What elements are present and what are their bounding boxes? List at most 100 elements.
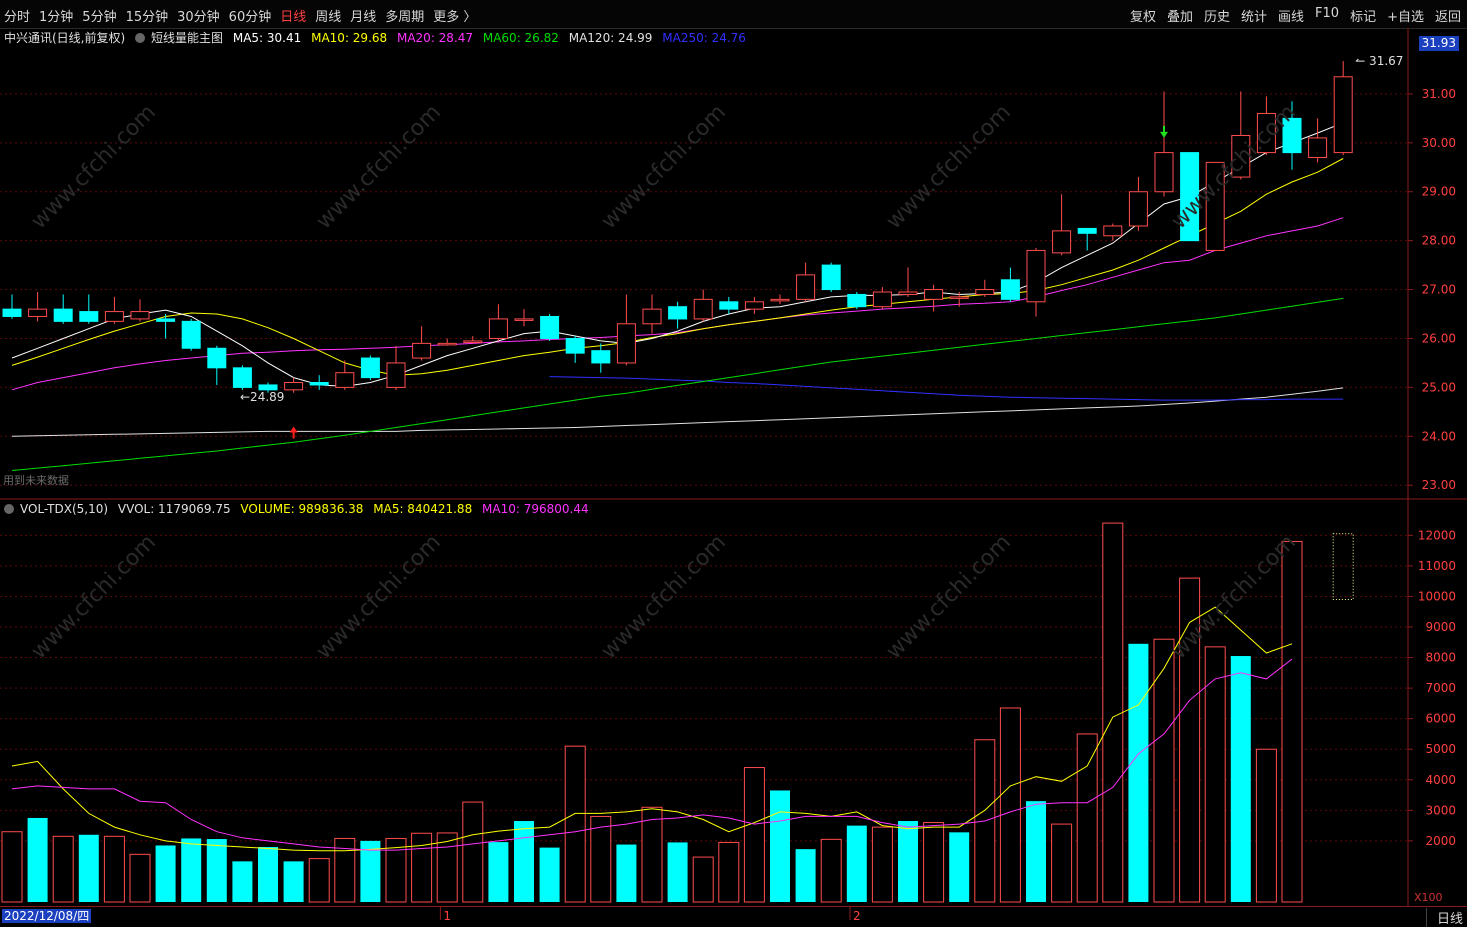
candle-body-down: [207, 347, 227, 369]
volume-bar-down: [181, 838, 202, 902]
chart-app: { "toolbar": { "periods": ["分时", "1分钟", …: [0, 0, 1467, 927]
legend-ma10: MA10: 29.68: [311, 31, 388, 45]
volume-bar-up: [129, 853, 151, 903]
volume-bar-up: [1281, 540, 1303, 903]
volume-bar-up: [462, 801, 484, 903]
candle-body-down: [565, 337, 585, 354]
volume-tick-label: 12000: [1418, 528, 1456, 542]
candle-body-up: [514, 318, 534, 321]
candle-body-down: [719, 301, 739, 310]
last-price-label: 31.93: [1418, 36, 1459, 51]
candle-body-up: [104, 311, 124, 322]
candle-body-up: [898, 291, 918, 295]
legend-ma120: MA120: 24.99: [568, 31, 653, 45]
candle-body-up: [1052, 230, 1072, 254]
volume-bar-up: [1076, 733, 1098, 903]
candle-body-up: [335, 372, 355, 388]
ma10-line: [11, 158, 1344, 376]
legend-ma5: MA5: 30.41: [232, 31, 302, 45]
indicator-dropdown-icon[interactable]: [135, 33, 146, 43]
candle-body-up: [872, 291, 892, 308]
candle-body-up: [975, 289, 995, 295]
ma120-line: [11, 387, 1344, 437]
candle-body-up: [412, 342, 432, 359]
volume-bar-up: [999, 707, 1021, 903]
volume-bar-up: [436, 832, 458, 903]
volume-bar-up: [1102, 522, 1124, 903]
volume-bar-up: [52, 835, 74, 903]
candle-body-down: [668, 306, 688, 320]
watermark: www.cfchi.com: [27, 530, 161, 664]
high-price-annotation: ↼ 31.67: [1355, 54, 1403, 68]
volume-bar-down: [1230, 656, 1251, 902]
legend-ma60: MA60: 26.82: [482, 31, 559, 45]
candle-body-up: [1128, 191, 1148, 227]
volume-bar-up: [871, 826, 893, 903]
sell-signal-icon: [1160, 125, 1168, 138]
volume-bar-up: [1, 831, 23, 903]
indicator-name[interactable]: 短线量能主图: [151, 31, 223, 45]
price-tick-label: 30.00: [1422, 136, 1456, 150]
volume-bar-down: [27, 817, 48, 902]
volume-bar-down: [770, 790, 790, 902]
price-tick-label: 31.00: [1422, 87, 1456, 101]
candle-body-up: [437, 342, 457, 346]
low-price-annotation: ←24.89: [240, 390, 284, 404]
volume-tick-label: 8000: [1425, 651, 1456, 665]
watermark: www.cfchi.com: [597, 530, 731, 664]
vol-ma10: MA10: 796800.44: [482, 502, 589, 516]
volume-bar-up: [103, 835, 125, 903]
vol-volume: VOLUME: 989836.38: [240, 502, 364, 516]
price-tick-label: 25.00: [1422, 380, 1456, 394]
candle-body-down: [591, 350, 611, 364]
period-tab-daily[interactable]: 日线: [1425, 908, 1463, 927]
candle-body-up: [796, 274, 816, 300]
cursor-date-label: 2022/12/08/四: [2, 909, 92, 923]
candle-body-up: [284, 382, 304, 391]
volume-tick-label: 9000: [1425, 620, 1456, 634]
legend-ma20: MA20: 28.47: [396, 31, 474, 45]
volume-bar-up: [718, 841, 740, 903]
volume-tick-label: 5000: [1425, 742, 1456, 756]
volume-tick-label: 4000: [1425, 773, 1456, 787]
volume-legend: VOL-TDX(5,10) VVOL: 1179069.75 VOLUME: 9…: [4, 502, 595, 516]
ma250-line: [549, 376, 1344, 401]
candle-body-down: [360, 357, 380, 379]
candle-body-down: [156, 318, 176, 322]
candle-body-up: [130, 311, 150, 320]
candle-body-up: [1333, 76, 1353, 154]
vol-vvol: VVOL: 1179069.75: [117, 502, 231, 516]
volume-bar-up: [1255, 748, 1277, 903]
vol-indicator-name[interactable]: VOL-TDX(5,10): [20, 502, 108, 516]
volume-bar-up: [743, 767, 765, 903]
candle-body-up: [463, 340, 483, 343]
candle-body-up: [642, 308, 662, 325]
volume-bar-down: [155, 845, 176, 902]
candle-body-down: [53, 308, 73, 322]
candle-body-down: [181, 320, 201, 349]
volume-bar-up: [308, 858, 330, 903]
volume-bar-down: [283, 861, 304, 902]
volume-tick-label: 10000: [1418, 589, 1456, 603]
candle-body-up: [386, 362, 406, 388]
volume-bar-up: [692, 856, 714, 903]
volume-bar-up: [564, 745, 586, 903]
volume-bar-up: [641, 806, 663, 903]
volume-bar-up: [820, 838, 842, 903]
price-tick-label: 28.00: [1422, 234, 1456, 248]
volume-bar-down: [949, 832, 970, 902]
volume-bar-down: [1026, 801, 1046, 902]
chart-canvas[interactable]: 23.00 24.00 25.00 26.00 27.00 28.00 29.00 30.00…: [0, 0, 1467, 926]
volume-bar-down: [898, 821, 918, 902]
vol-ma5: MA5: 840421.88: [373, 502, 473, 516]
stock-name[interactable]: 中兴通讯(日线,前复权): [4, 31, 125, 45]
main-legend: 中兴通讯(日线,前复权) 短线量能主图 MA5: 30.41 MA10: 29.…: [4, 29, 752, 45]
volume-indicator-dropdown-icon[interactable]: [4, 504, 14, 514]
volume-bar-down: [616, 844, 637, 902]
price-tick-label: 27.00: [1422, 283, 1456, 297]
candle-body-up: [1103, 225, 1123, 237]
candle-body-up: [744, 301, 764, 310]
volume-bar-down: [232, 861, 253, 902]
volume-tick-label: 2000: [1425, 834, 1456, 848]
candle-body-up: [1154, 152, 1174, 193]
